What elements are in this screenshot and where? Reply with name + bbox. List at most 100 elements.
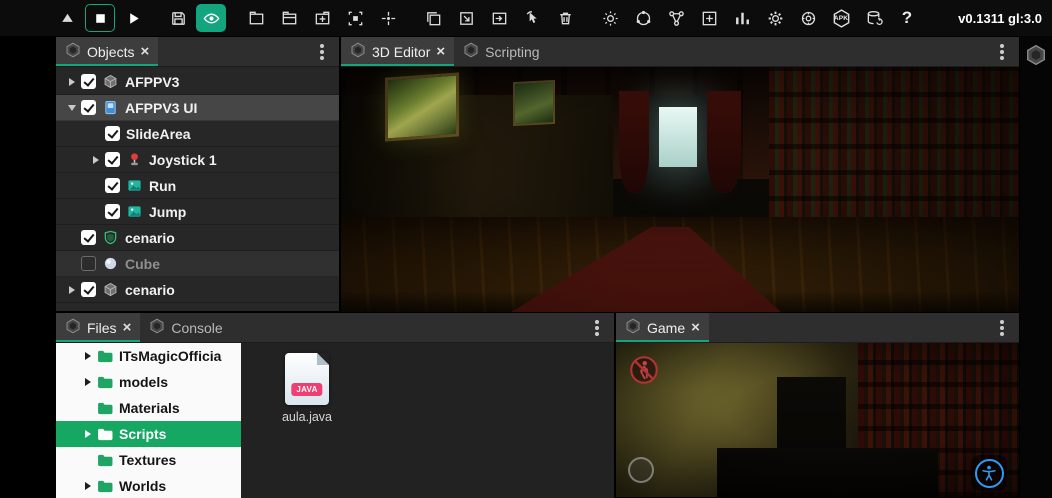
folder-icon xyxy=(97,480,114,493)
panel-menu-button[interactable] xyxy=(991,37,1013,66)
visibility-checkbox[interactable] xyxy=(81,74,96,89)
copy-into-button[interactable] xyxy=(451,4,481,32)
touch-pointer-icon xyxy=(523,9,542,28)
panel-menu-button[interactable] xyxy=(991,313,1013,342)
database-sync-button[interactable] xyxy=(859,4,889,32)
visibility-checkbox[interactable] xyxy=(105,178,120,193)
panel-menu-button[interactable] xyxy=(311,37,333,66)
close-tab-icon[interactable]: × xyxy=(123,320,132,335)
tab-files[interactable]: Files × xyxy=(56,313,140,342)
object-tree-row[interactable]: Joystick 1 xyxy=(56,147,339,173)
3d-viewport[interactable] xyxy=(341,67,1019,312)
tab-game[interactable]: Game × xyxy=(616,313,709,342)
folder-row-selected[interactable]: Scripts xyxy=(56,421,241,447)
duplicate-button[interactable] xyxy=(418,4,448,32)
expand-arrow-icon[interactable] xyxy=(78,378,97,386)
close-tab-icon[interactable]: × xyxy=(691,320,700,335)
window-tab-1-button[interactable] xyxy=(241,4,271,32)
tab-label: Console xyxy=(171,320,222,336)
visibility-checkbox[interactable] xyxy=(81,282,96,297)
object-tree-row[interactable]: Jump xyxy=(56,199,339,225)
object-name: Cube xyxy=(125,256,160,272)
sun-button[interactable] xyxy=(595,4,625,32)
game-viewport[interactable] xyxy=(616,343,1019,497)
folder-row[interactable]: ITsMagicOfficia xyxy=(56,343,241,369)
collapsed-panel-hexagon-button[interactable] xyxy=(1025,44,1047,498)
settings-gear-button[interactable] xyxy=(760,4,790,32)
folder-row[interactable]: Textures xyxy=(56,447,241,473)
expand-arrow-icon[interactable] xyxy=(78,430,97,438)
folder-row[interactable]: models xyxy=(56,369,241,395)
no-walk-toggle-button[interactable] xyxy=(629,355,659,385)
tab-console[interactable]: Console xyxy=(140,313,231,342)
node-graph-button[interactable] xyxy=(661,4,691,32)
folder-tree: ITsMagicOfficia models Materials Scripts xyxy=(56,343,241,498)
bar-chart-button[interactable] xyxy=(727,4,757,32)
object-tree-row[interactable]: Run xyxy=(56,173,339,199)
game-scene-vignette xyxy=(616,343,1019,497)
joystick-control[interactable] xyxy=(628,457,654,483)
stop-button[interactable] xyxy=(85,4,115,32)
window-tab-2-button[interactable] xyxy=(274,4,304,32)
panel-arrow-button[interactable] xyxy=(484,4,514,32)
folder-icon xyxy=(97,428,114,441)
visibility-checkbox[interactable] xyxy=(105,204,120,219)
object-tree-row[interactable]: AFPPV3 xyxy=(56,69,339,95)
expand-arrow-icon[interactable] xyxy=(78,352,97,360)
visibility-checkbox[interactable] xyxy=(81,230,96,245)
visibility-checkbox[interactable] xyxy=(105,126,120,141)
object-tree-row[interactable]: cenario xyxy=(56,225,339,251)
accessibility-button[interactable] xyxy=(971,455,1007,491)
expand-arrow-icon[interactable] xyxy=(78,482,97,490)
window-tab-icon xyxy=(280,9,299,28)
marquee-select-icon xyxy=(346,9,365,28)
file-grid: JAVA aula.java xyxy=(241,343,614,498)
panel-menu-button[interactable] xyxy=(586,313,608,342)
marquee-select-button[interactable] xyxy=(340,4,370,32)
object-name: AFPPV3 UI xyxy=(125,100,197,116)
object-name: cenario xyxy=(125,230,175,246)
expand-arrow-icon[interactable] xyxy=(62,286,81,294)
tab-scripting[interactable]: Scripting xyxy=(454,37,548,66)
visibility-checkbox[interactable] xyxy=(81,256,96,271)
touch-pointer-button[interactable] xyxy=(517,4,547,32)
orbit-button[interactable] xyxy=(628,4,658,32)
file-name: aula.java xyxy=(282,410,332,424)
folder-icon xyxy=(97,350,114,363)
expand-arrow-icon[interactable] xyxy=(62,78,81,86)
add-window-button[interactable] xyxy=(694,4,724,32)
object-tree-row[interactable]: SlideArea xyxy=(56,121,339,147)
triangle-up-button[interactable] xyxy=(52,4,82,32)
gear-target-button[interactable] xyxy=(793,4,823,32)
crosshair-button[interactable] xyxy=(373,4,403,32)
visibility-button[interactable] xyxy=(196,4,226,32)
folder-row[interactable]: Worlds xyxy=(56,473,241,498)
apk-button[interactable]: APK xyxy=(826,4,856,32)
visibility-checkbox[interactable] xyxy=(105,152,120,167)
hexagon-icon xyxy=(625,318,641,337)
vertical-dots-icon xyxy=(1000,50,1004,54)
hexagon-icon xyxy=(463,42,479,61)
save-button[interactable] xyxy=(163,4,193,32)
object-tree-row[interactable]: AFPPV3 UI xyxy=(56,95,339,121)
trash-button[interactable] xyxy=(550,4,580,32)
java-badge: JAVA xyxy=(291,383,322,396)
close-tab-icon[interactable]: × xyxy=(436,44,445,59)
object-tree-row[interactable]: cenario xyxy=(56,277,339,303)
tab-label: 3D Editor xyxy=(372,44,430,60)
close-tab-icon[interactable]: × xyxy=(140,44,149,59)
java-file-icon: JAVA xyxy=(285,353,329,405)
folder-row[interactable]: Materials xyxy=(56,395,241,421)
window-tab-icon xyxy=(313,9,332,28)
image-icon xyxy=(126,178,143,194)
collapse-arrow-icon[interactable] xyxy=(62,105,81,111)
file-item[interactable]: JAVA aula.java xyxy=(277,353,337,424)
tab-objects[interactable]: Objects × xyxy=(56,37,158,66)
object-tree-row[interactable]: Cube xyxy=(56,251,339,277)
expand-arrow-icon[interactable] xyxy=(86,156,105,164)
tab-3d-editor[interactable]: 3D Editor × xyxy=(341,37,454,66)
visibility-checkbox[interactable] xyxy=(81,100,96,115)
window-tab-3-button[interactable] xyxy=(307,4,337,32)
play-button[interactable] xyxy=(118,4,148,32)
help-button[interactable]: ? xyxy=(892,4,922,32)
